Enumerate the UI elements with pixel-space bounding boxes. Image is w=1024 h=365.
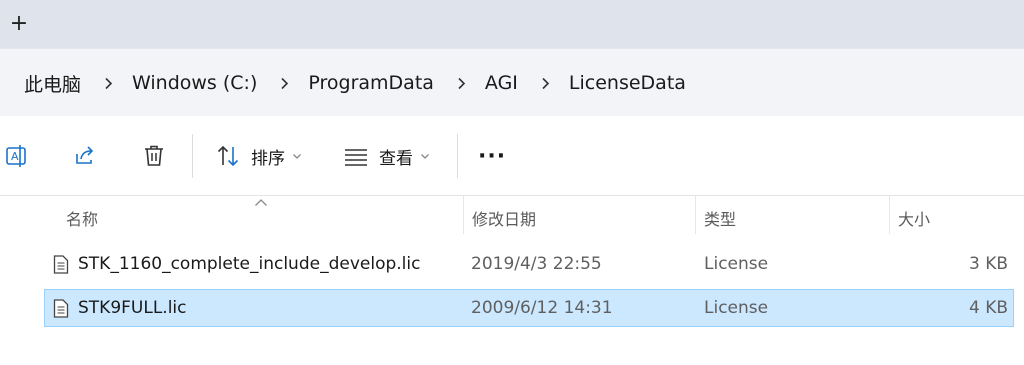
svg-text:A: A <box>11 150 19 163</box>
column-header-type[interactable]: 类型 <box>704 206 736 230</box>
chevron-up-icon <box>255 199 267 206</box>
view-label: 查看 <box>379 148 413 169</box>
file-name: STK_1160_complete_include_develop.lic <box>78 254 421 274</box>
delete-button[interactable] <box>141 138 167 174</box>
chevron-right-icon[interactable] <box>278 77 291 90</box>
sort-label: 排序 <box>251 148 285 169</box>
rename-button[interactable]: A <box>4 138 30 174</box>
breadcrumb-item-agi[interactable]: AGI <box>485 72 518 94</box>
file-list: 名称 修改日期 类型 大小 STK_1160_complete_include_… <box>0 196 1024 365</box>
sort-button[interactable]: 排序 <box>215 138 302 174</box>
column-header-size[interactable]: 大小 <box>898 206 930 230</box>
column-divider[interactable] <box>889 196 890 234</box>
file-date: 2019/4/3 22:55 <box>471 254 602 274</box>
rename-icon: A <box>6 145 26 167</box>
chevron-down-icon <box>293 154 301 159</box>
breadcrumb-item-licensedata[interactable]: LicenseData <box>569 72 686 94</box>
column-header-name[interactable]: 名称 <box>66 206 98 230</box>
chevron-right-icon[interactable] <box>455 77 468 90</box>
more-options-button[interactable]: ··· <box>478 138 506 174</box>
column-divider[interactable] <box>695 196 696 234</box>
new-tab-button[interactable]: + <box>7 10 31 38</box>
document-icon <box>53 255 69 274</box>
document-icon <box>53 299 69 318</box>
command-toolbar: A 排序 查看 ··· <box>0 116 1024 196</box>
toolbar-divider <box>192 134 193 178</box>
toolbar-divider <box>457 134 458 178</box>
breadcrumb-item-programdata[interactable]: ProgramData <box>308 72 434 94</box>
tab-bar: + <box>0 0 1024 48</box>
more-icon: ··· <box>478 143 507 169</box>
breadcrumb-item-this-pc[interactable]: 此电脑 <box>24 70 81 97</box>
breadcrumb-item-windows-c[interactable]: Windows (C:) <box>132 72 257 94</box>
view-button[interactable]: 查看 <box>343 138 430 174</box>
file-row[interactable]: STK_1160_complete_include_develop.lic 20… <box>44 245 1014 283</box>
file-type: License <box>704 254 769 274</box>
column-header-date[interactable]: 修改日期 <box>472 206 536 230</box>
delete-icon <box>145 145 163 166</box>
file-size: 3 KB <box>968 254 1008 274</box>
share-button[interactable] <box>73 138 99 174</box>
sort-icon <box>217 145 239 167</box>
file-size: 4 KB <box>968 298 1008 318</box>
chevron-down-icon <box>421 154 429 159</box>
file-row-selected[interactable]: STK9FULL.lic 2009/6/12 14:31 License 4 K… <box>44 289 1014 327</box>
address-bar[interactable]: 此电脑 Windows (C:) ProgramData AGI License… <box>0 48 1024 116</box>
file-type: License <box>704 298 769 318</box>
share-icon <box>76 146 94 164</box>
file-date: 2009/6/12 14:31 <box>471 298 613 318</box>
file-name: STK9FULL.lic <box>78 298 187 318</box>
view-icon <box>345 149 367 166</box>
chevron-right-icon[interactable] <box>539 77 552 90</box>
chevron-right-icon[interactable] <box>102 77 115 90</box>
column-divider[interactable] <box>463 196 464 234</box>
breadcrumb: 此电脑 Windows (C:) ProgramData AGI License… <box>24 69 686 97</box>
